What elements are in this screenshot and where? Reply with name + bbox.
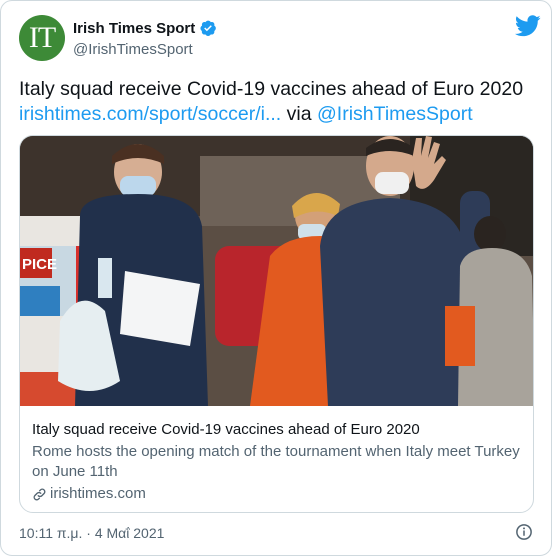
card-description: Rome hosts the opening match of the tour… bbox=[32, 443, 520, 480]
via-handle-link[interactable]: @IrishTimesSport bbox=[317, 103, 473, 125]
avatar-initials: IT bbox=[28, 21, 56, 54]
tweet-link-line: irishtimes.com/sport/soccer/i... via @Ir… bbox=[19, 102, 539, 127]
tweet-text: Italy squad receive Covid-19 vaccines ah… bbox=[19, 77, 539, 127]
article-link[interactable]: irishtimes.com/sport/soccer/i... bbox=[19, 103, 281, 125]
tweet-embed[interactable]: IT Irish Times Sport @IrishTimesSport It… bbox=[0, 0, 552, 556]
info-icon[interactable] bbox=[515, 523, 533, 541]
avatar[interactable]: IT bbox=[19, 15, 65, 61]
display-name[interactable]: Irish Times Sport bbox=[73, 20, 195, 37]
via-word: via bbox=[286, 103, 312, 125]
card-image[interactable]: PICE bbox=[20, 136, 534, 406]
twitter-bird-icon[interactable] bbox=[515, 15, 541, 37]
link-card[interactable]: PICE Italy squad receive Covid-19 vaccin… bbox=[19, 135, 534, 513]
account-handle[interactable]: @IrishTimesSport bbox=[73, 41, 193, 58]
card-title: Italy squad receive Covid-19 vaccines ah… bbox=[32, 421, 420, 438]
ambulance-sign-text: PICE bbox=[22, 256, 57, 273]
name-row: Irish Times Sport bbox=[73, 19, 217, 37]
link-icon bbox=[33, 488, 46, 500]
tweet-timestamp[interactable]: 10:11 π.μ. · 4 Μαΐ 2021 bbox=[19, 525, 164, 541]
card-domain-text: irishtimes.com bbox=[50, 485, 146, 502]
tweet-headline: Italy squad receive Covid-19 vaccines ah… bbox=[19, 78, 524, 100]
card-domain: irishtimes.com bbox=[32, 484, 522, 504]
verified-badge-icon bbox=[200, 20, 217, 37]
card-body: Italy squad receive Covid-19 vaccines ah… bbox=[32, 420, 522, 504]
